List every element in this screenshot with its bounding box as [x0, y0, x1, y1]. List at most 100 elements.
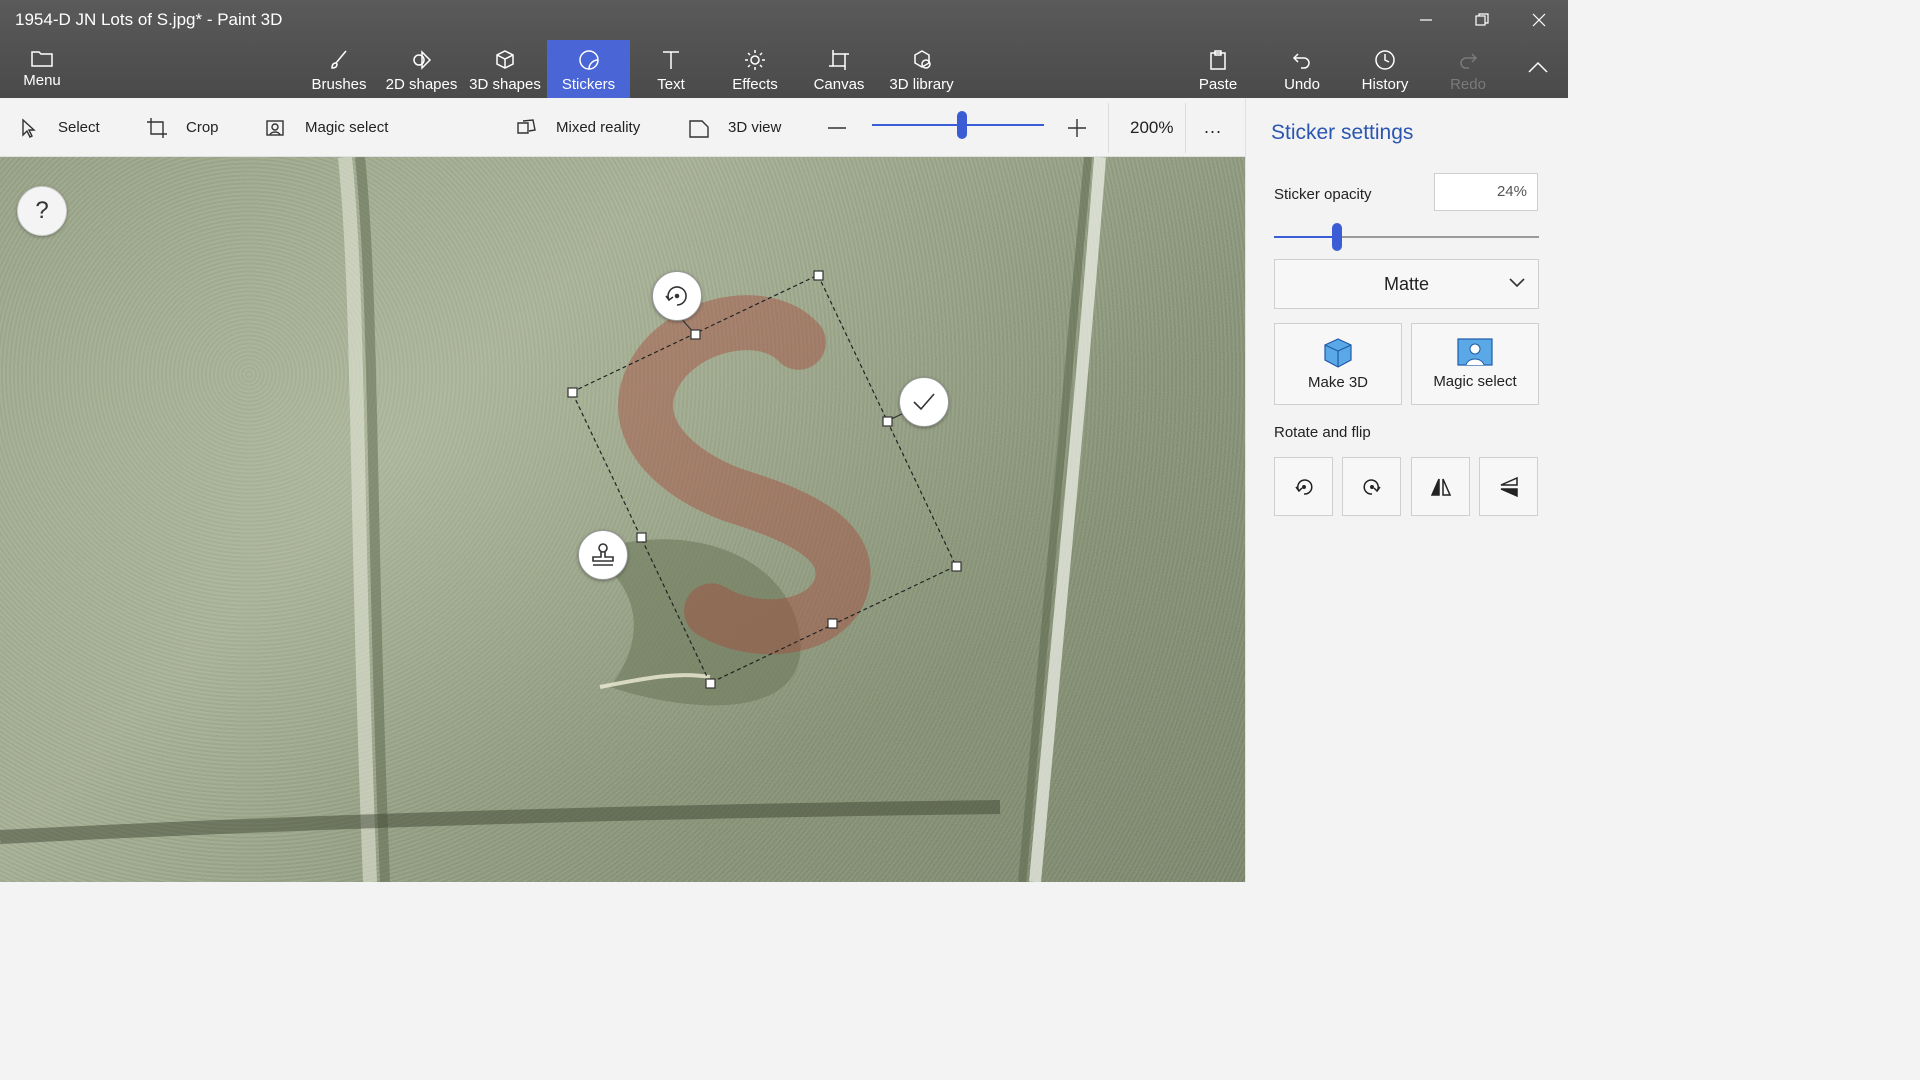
opacity-slider-track[interactable] [1337, 236, 1539, 238]
tool-3d-shapes[interactable]: 3D shapes [466, 40, 544, 98]
opacity-slider-filled[interactable] [1274, 236, 1337, 238]
minimize-button[interactable] [1398, 4, 1454, 36]
crop-button[interactable]: Crop [146, 98, 219, 157]
coin-image [0, 157, 1245, 882]
rotate-handle-button[interactable] [652, 271, 702, 321]
magic-select-button[interactable]: Magic select [265, 98, 388, 157]
rotate-right-button[interactable] [1342, 457, 1401, 516]
magic-select-icon [1457, 338, 1493, 366]
resize-handle[interactable] [813, 270, 824, 281]
menu-label: Menu [23, 72, 61, 89]
resize-handle[interactable] [951, 561, 962, 572]
tool-label: 3D shapes [469, 76, 541, 93]
restore-button[interactable] [1454, 4, 1510, 36]
panel-title: Sticker settings [1271, 121, 1414, 144]
rotate-left-button[interactable] [1274, 457, 1333, 516]
tool-effects[interactable]: Effects [722, 40, 788, 98]
tool-stickers[interactable]: Stickers [547, 40, 630, 98]
3d-shapes-icon [496, 50, 514, 69]
flip-horizontal-icon [1500, 476, 1518, 497]
tool-label: Effects [732, 76, 778, 93]
undo-button[interactable]: Undo [1276, 40, 1328, 98]
tool-2d-shapes[interactable]: 2D shapes [384, 40, 459, 98]
flip-vertical-icon [1430, 478, 1451, 496]
opacity-label: Sticker opacity [1274, 186, 1372, 203]
magic-select-card-label: Magic select [1433, 373, 1517, 390]
canvas-area[interactable] [0, 157, 1245, 882]
tool-canvas[interactable]: Canvas [806, 40, 872, 98]
minus-icon [828, 126, 846, 129]
menu-button[interactable]: Menu [6, 40, 78, 98]
tool-label: 3D library [889, 76, 954, 93]
effects-icon [745, 50, 765, 70]
mixed-reality-icon [517, 118, 536, 134]
resize-handle[interactable] [827, 618, 838, 629]
zoom-in-button[interactable] [1066, 98, 1088, 157]
rotate-icon [665, 286, 687, 306]
opacity-input[interactable]: 24% [1434, 173, 1538, 211]
magic-select-card[interactable]: Magic select [1411, 323, 1539, 405]
tool-label: Brushes [311, 76, 367, 93]
history-icon [1375, 50, 1395, 70]
history-label: History [1361, 76, 1409, 93]
mixed-reality-button[interactable]: Mixed reality [516, 98, 640, 157]
cursor-icon [22, 117, 36, 138]
secondary-toolbar: Select Crop Magic select Mixed reality 3… [0, 98, 1245, 157]
3d-view-icon [689, 119, 709, 138]
magic-select-icon [266, 119, 284, 136]
resize-handle[interactable] [882, 416, 893, 427]
window-title: 1954-D JN Lots of S.jpg* - Paint 3D [15, 10, 283, 29]
zoom-out-button[interactable] [826, 98, 848, 157]
close-icon [1532, 13, 1546, 27]
tool-text[interactable]: Text [638, 40, 704, 98]
text-icon [663, 51, 679, 69]
3d-library-icon [913, 50, 931, 69]
zoom-value[interactable]: 200% [1130, 98, 1173, 157]
history-button[interactable]: History [1355, 40, 1415, 98]
redo-icon [1460, 53, 1478, 69]
help-button[interactable]: ? [17, 186, 67, 236]
tool-label: Canvas [813, 76, 865, 93]
resize-handle[interactable] [567, 387, 578, 398]
flip-horizontal-button[interactable] [1479, 457, 1538, 516]
resize-handle[interactable] [636, 532, 647, 543]
finish-dropdown[interactable]: Matte [1274, 259, 1539, 309]
collapse-button[interactable] [1516, 40, 1560, 98]
tool-3d-library[interactable]: 3D library [884, 40, 959, 98]
stamp-button[interactable] [578, 530, 628, 580]
undo-label: Undo [1284, 76, 1320, 93]
tool-label: Stickers [561, 76, 616, 93]
make-3d-label: Make 3D [1307, 374, 1369, 391]
canvas-icon [829, 50, 849, 70]
opacity-slider-thumb[interactable] [1332, 223, 1342, 251]
zoom-slider-thumb[interactable] [957, 111, 967, 139]
select-button[interactable]: Select [20, 98, 100, 157]
more-options-button[interactable]: ... [1204, 98, 1222, 157]
tool-label: Text [657, 76, 685, 93]
make-3d-button[interactable]: Make 3D [1274, 323, 1402, 405]
checkmark-icon [913, 393, 935, 411]
resize-handle[interactable] [690, 329, 701, 340]
select-label: Select [58, 119, 100, 136]
mixed-reality-label: Mixed reality [556, 119, 641, 136]
3d-view-label: 3D view [728, 119, 782, 136]
flip-vertical-button[interactable] [1411, 457, 1470, 516]
stamp-icon [592, 543, 614, 566]
folder-icon [31, 51, 53, 67]
redo-label: Redo [1450, 76, 1486, 93]
plus-icon [1068, 118, 1086, 137]
2d-shapes-icon [412, 50, 431, 70]
resize-handle[interactable] [705, 678, 716, 689]
paste-icon [1210, 50, 1226, 70]
divider [1108, 103, 1109, 153]
3d-view-button[interactable]: 3D view [688, 98, 781, 157]
commit-button[interactable] [899, 377, 949, 427]
redo-button[interactable]: Redo [1442, 40, 1494, 98]
command-bar: 1954-D JN Lots of S.jpg* - Paint 3D Menu… [0, 0, 1568, 98]
close-button[interactable] [1511, 4, 1567, 36]
tool-brushes[interactable]: Brushes [305, 40, 373, 98]
divider [1185, 103, 1186, 153]
restore-icon [1475, 13, 1489, 26]
finish-value: Matte [1383, 273, 1430, 294]
paste-button[interactable]: Paste [1192, 40, 1244, 98]
